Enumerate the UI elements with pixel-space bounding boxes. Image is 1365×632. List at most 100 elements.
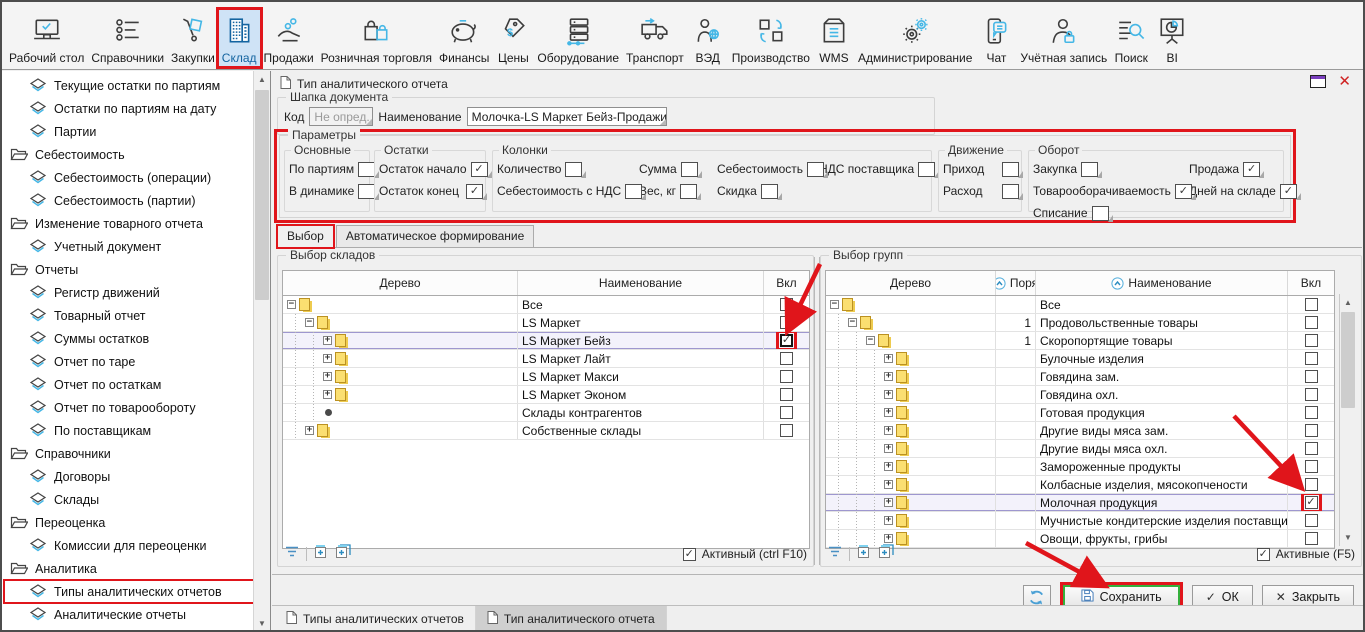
param-checkbox[interactable] — [681, 162, 698, 177]
bottom-tab-report-types[interactable]: Типы аналитических отчетов — [275, 606, 476, 632]
toolbar-item-16[interactable]: Учётная запись — [1017, 10, 1110, 66]
group-row[interactable]: +Молочная продукция — [826, 494, 1334, 512]
sidebar-item[interactable]: Справочники — [2, 442, 253, 465]
collapse-icon[interactable]: − — [848, 318, 857, 327]
row-checkbox[interactable] — [1305, 460, 1318, 473]
maximize-icon[interactable] — [1310, 75, 1326, 88]
name-field[interactable]: Молочка-LS Маркет Бейз-Продажи — [467, 107, 667, 126]
warehouse-row[interactable]: −LS Маркет — [283, 314, 809, 332]
sidebar-item[interactable]: Себестоимость — [2, 143, 253, 166]
group-row[interactable]: −Все — [826, 296, 1334, 314]
toolbar-item-2[interactable]: Справочники — [88, 10, 167, 66]
param-checkbox[interactable] — [1280, 184, 1297, 199]
expand-icon[interactable] — [313, 544, 328, 565]
row-checkbox[interactable] — [1305, 406, 1318, 419]
expand-icon[interactable]: + — [884, 354, 893, 363]
row-checkbox[interactable] — [780, 316, 793, 329]
scroll-up-icon[interactable]: ▲ — [1340, 294, 1356, 311]
row-checkbox[interactable] — [1305, 298, 1318, 311]
row-checkbox[interactable] — [1305, 352, 1318, 365]
group-row[interactable]: +Другие виды мяса зам. — [826, 422, 1334, 440]
toolbar-item-11[interactable]: ВЭД — [688, 10, 728, 66]
toolbar-item-18[interactable]: BI — [1152, 10, 1192, 66]
group-row[interactable]: +Мучнистые кондитерские изделия поставщи… — [826, 512, 1334, 530]
param-checkbox[interactable] — [761, 184, 778, 199]
sidebar-item[interactable]: Товарный отчет — [2, 304, 253, 327]
scroll-down-icon[interactable]: ▼ — [1340, 529, 1356, 546]
filter-icon[interactable] — [284, 544, 300, 564]
expand-icon[interactable]: + — [884, 372, 893, 381]
sidebar-item[interactable]: Себестоимость (партии) — [2, 189, 253, 212]
row-checkbox[interactable] — [1305, 514, 1318, 527]
group-row[interactable]: +Булочные изделия — [826, 350, 1334, 368]
collapse-icon[interactable]: − — [866, 336, 875, 345]
sidebar-item[interactable]: Комиссии для переоценки — [2, 534, 253, 557]
warehouse-row[interactable]: +LS Маркет Лайт — [283, 350, 809, 368]
tab-selection[interactable]: Выбор — [277, 225, 334, 248]
expand-icon[interactable]: + — [884, 480, 893, 489]
param-checkbox[interactable] — [358, 184, 375, 199]
param-checkbox[interactable] — [1243, 162, 1260, 177]
scroll-up-icon[interactable]: ▲ — [254, 71, 270, 88]
active-filter-checkbox[interactable] — [1257, 548, 1270, 561]
toolbar-item-12[interactable]: Производство — [729, 10, 813, 66]
param-checkbox[interactable] — [565, 162, 582, 177]
column-header[interactable]: Наименование — [518, 271, 764, 295]
warehouse-row[interactable]: +LS Маркет Эконом — [283, 386, 809, 404]
param-checkbox[interactable] — [471, 162, 488, 177]
expand-icon[interactable]: + — [323, 354, 332, 363]
expand-icon[interactable]: + — [884, 408, 893, 417]
row-checkbox[interactable] — [1305, 316, 1318, 329]
scroll-down-icon[interactable]: ▼ — [254, 615, 270, 632]
expand-all-icon[interactable] — [877, 544, 895, 565]
filter-icon[interactable] — [827, 544, 843, 564]
param-checkbox[interactable] — [1092, 206, 1109, 221]
param-checkbox[interactable] — [1002, 184, 1019, 199]
param-checkbox[interactable] — [918, 162, 935, 177]
row-checkbox[interactable] — [1305, 388, 1318, 401]
toolbar-item-6[interactable]: Розничная торговля — [318, 10, 435, 66]
sidebar-scrollbar[interactable]: ▲ ▼ — [253, 71, 270, 632]
sidebar-item[interactable]: Текущие остатки по партиям — [2, 74, 253, 97]
group-row[interactable]: +Говядина зам. — [826, 368, 1334, 386]
tab-auto-formation[interactable]: Автоматическое формирование — [336, 225, 534, 247]
warehouse-row[interactable]: −Все — [283, 296, 809, 314]
toolbar-item-4[interactable]: Склад — [219, 10, 260, 66]
column-header[interactable]: Наименование — [1036, 271, 1288, 295]
collapse-icon[interactable]: − — [305, 318, 314, 327]
toolbar-item-3[interactable]: Закупки — [168, 10, 218, 66]
column-header[interactable]: Вкл — [1288, 271, 1334, 295]
warehouse-row[interactable]: +LS Маркет Макси — [283, 368, 809, 386]
sidebar-item[interactable]: Договоры — [2, 465, 253, 488]
sidebar-item[interactable]: Партии — [2, 120, 253, 143]
warehouse-row[interactable]: +Собственные склады — [283, 422, 809, 440]
close-window-icon[interactable]: ✕ — [1338, 75, 1351, 88]
group-row[interactable]: +Другие виды мяса охл. — [826, 440, 1334, 458]
column-header[interactable]: Поря — [996, 271, 1036, 295]
expand-icon[interactable]: + — [305, 426, 314, 435]
group-row[interactable]: −1Продовольственные товары — [826, 314, 1334, 332]
sidebar-item[interactable]: Себестоимость (операции) — [2, 166, 253, 189]
toolbar-item-10[interactable]: Транспорт — [623, 10, 687, 66]
column-header[interactable]: Дерево — [826, 271, 996, 295]
sidebar-item[interactable]: Типы аналитических отчетов — [4, 580, 253, 603]
toolbar-item-13[interactable]: WMS — [814, 10, 854, 66]
param-checkbox[interactable] — [1175, 184, 1192, 199]
param-checkbox[interactable] — [1081, 162, 1098, 177]
expand-icon[interactable]: + — [884, 516, 893, 525]
sidebar-item[interactable]: Склады — [2, 488, 253, 511]
row-checkbox[interactable] — [1305, 424, 1318, 437]
param-checkbox[interactable] — [625, 184, 642, 199]
param-checkbox[interactable] — [807, 162, 824, 177]
sidebar-item[interactable]: Переоценка — [2, 511, 253, 534]
sidebar-item[interactable]: Изменение товарного отчета — [2, 212, 253, 235]
row-checkbox[interactable] — [1305, 370, 1318, 383]
param-checkbox[interactable] — [466, 184, 483, 199]
collapse-icon[interactable]: − — [830, 300, 839, 309]
bottom-tab-report-type[interactable]: Тип аналитического отчета — [476, 606, 667, 632]
row-checkbox[interactable] — [1305, 532, 1318, 545]
toolbar-item-7[interactable]: Финансы — [436, 10, 492, 66]
param-checkbox[interactable] — [1002, 162, 1019, 177]
sidebar-item[interactable]: Отчет по товарообороту — [2, 396, 253, 419]
toolbar-item-17[interactable]: Поиск — [1111, 10, 1151, 66]
